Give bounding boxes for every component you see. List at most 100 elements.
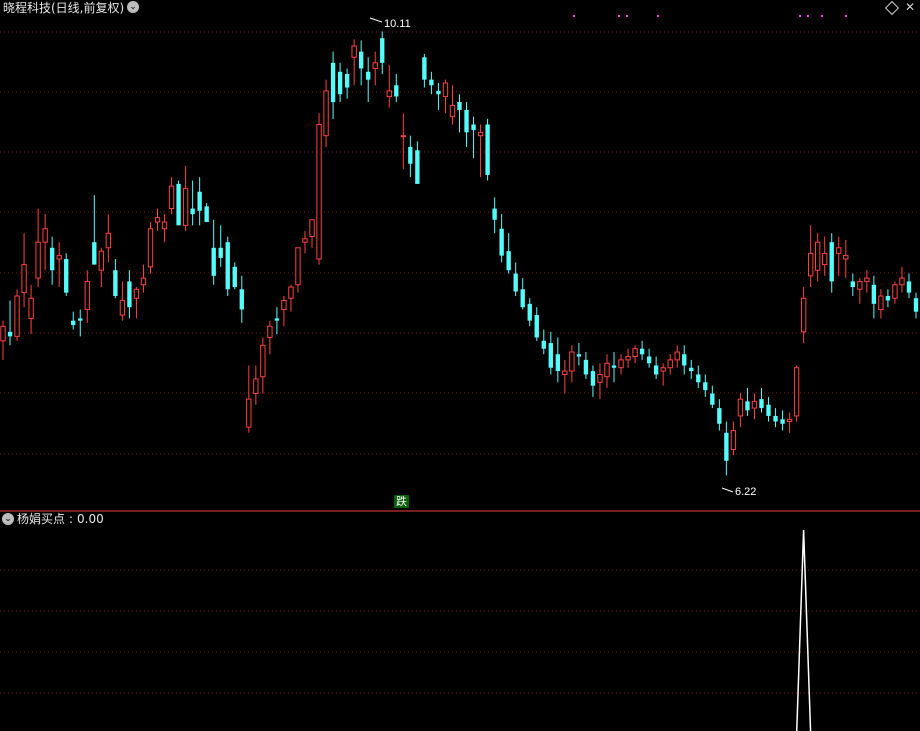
- candle-down: [197, 177, 202, 226]
- candle-body: [618, 359, 624, 369]
- candle-body: [477, 131, 484, 137]
- candle-body: [56, 255, 62, 260]
- candle-down: [71, 311, 76, 330]
- low-label-leader: [721, 487, 734, 493]
- candle-body: [225, 242, 230, 290]
- candle-down: [64, 253, 69, 296]
- candle-up: [35, 208, 41, 288]
- candle-body: [793, 367, 800, 417]
- candle-body: [745, 401, 750, 411]
- candle-down: [78, 309, 83, 337]
- candle-body: [878, 295, 884, 310]
- candle-body: [696, 374, 701, 383]
- candle-down: [513, 262, 518, 296]
- indicator-line: [795, 529, 812, 731]
- candle-body: [295, 247, 301, 286]
- candle-down: [871, 275, 877, 319]
- candle-up: [793, 365, 800, 422]
- candle-down: [204, 202, 209, 223]
- candle-body: [366, 71, 371, 80]
- candle-up: [449, 85, 456, 125]
- candle-up: [751, 393, 758, 420]
- sub-panel-grid: [0, 569, 920, 694]
- candle-body: [267, 325, 273, 338]
- candle-body: [766, 404, 771, 416]
- candlestick-series[interactable]: [0, 31, 919, 476]
- candle-body: [611, 365, 617, 368]
- candle-down: [583, 352, 589, 379]
- candle-up: [632, 345, 638, 364]
- candle-body: [28, 297, 34, 319]
- candle-down: [127, 270, 132, 319]
- signal-marker: [807, 15, 809, 17]
- candle-body: [98, 250, 105, 271]
- candle-up: [56, 242, 62, 288]
- candle-body: [84, 280, 90, 310]
- candle-up: [807, 225, 814, 288]
- candle-body: [710, 393, 715, 405]
- candle-down: [590, 365, 596, 397]
- candle-body: [394, 85, 399, 97]
- candle-down: [232, 262, 237, 290]
- candle-down: [576, 343, 582, 366]
- candle-down: [274, 307, 280, 335]
- candle-body: [737, 398, 744, 417]
- candle-body: [218, 247, 223, 258]
- candle-down: [464, 102, 469, 147]
- candle-body: [773, 415, 778, 422]
- candle-up: [386, 65, 392, 108]
- candle-down: [485, 118, 490, 181]
- candle-down: [176, 180, 181, 226]
- indicator-menu-chevron-icon[interactable]: ⌄: [2, 513, 14, 525]
- candle-body: [415, 150, 420, 184]
- candle-down: [492, 197, 497, 234]
- candle-up: [119, 281, 126, 321]
- candle-body: [204, 206, 209, 223]
- candle-up: [161, 214, 168, 243]
- candle-up: [28, 284, 34, 335]
- candle-down: [506, 233, 511, 274]
- candle-body: [576, 354, 582, 357]
- candle-up: [260, 337, 266, 394]
- candle-down: [394, 74, 399, 103]
- candle-down: [429, 71, 434, 95]
- candle-body: [562, 370, 568, 375]
- candle-body: [836, 247, 842, 254]
- candle-body: [780, 419, 785, 424]
- candle-up: [246, 365, 252, 433]
- signal-marker: [657, 15, 659, 17]
- candle-body: [330, 62, 336, 103]
- candle-body: [534, 315, 539, 338]
- candle-up: [316, 113, 322, 265]
- candle-up: [351, 39, 357, 86]
- candle-body: [422, 57, 427, 80]
- candle-down: [499, 214, 504, 263]
- candle-body: [807, 252, 814, 277]
- candle-down: [337, 62, 343, 103]
- chart-menu-chevron-icon[interactable]: ⌄: [127, 1, 139, 13]
- candle-body: [653, 365, 659, 375]
- candle-up: [674, 345, 680, 368]
- candle-up: [597, 363, 603, 400]
- candle-down: [759, 387, 764, 413]
- candle-up: [814, 233, 821, 282]
- candle-body: [127, 281, 132, 308]
- chart-canvas[interactable]: 10.11 6.22: [0, 0, 920, 731]
- candle-body: [380, 38, 385, 63]
- candle-body: [913, 298, 919, 312]
- candle-down: [225, 236, 230, 296]
- candle-body: [408, 146, 413, 164]
- candle-down: [829, 233, 834, 293]
- candle-body: [337, 71, 343, 95]
- indicator-name: 杨娟买点: [17, 512, 66, 526]
- candle-body: [386, 90, 392, 97]
- candle-body: [302, 238, 308, 243]
- candle-body: [885, 295, 891, 301]
- candle-body: [429, 79, 434, 86]
- candle-down: [344, 68, 350, 99]
- close-icon[interactable]: ✕: [905, 1, 915, 13]
- candle-body: [105, 232, 112, 249]
- candle-body: [625, 356, 631, 361]
- candle-body: [274, 318, 280, 321]
- candle-body: [682, 354, 687, 366]
